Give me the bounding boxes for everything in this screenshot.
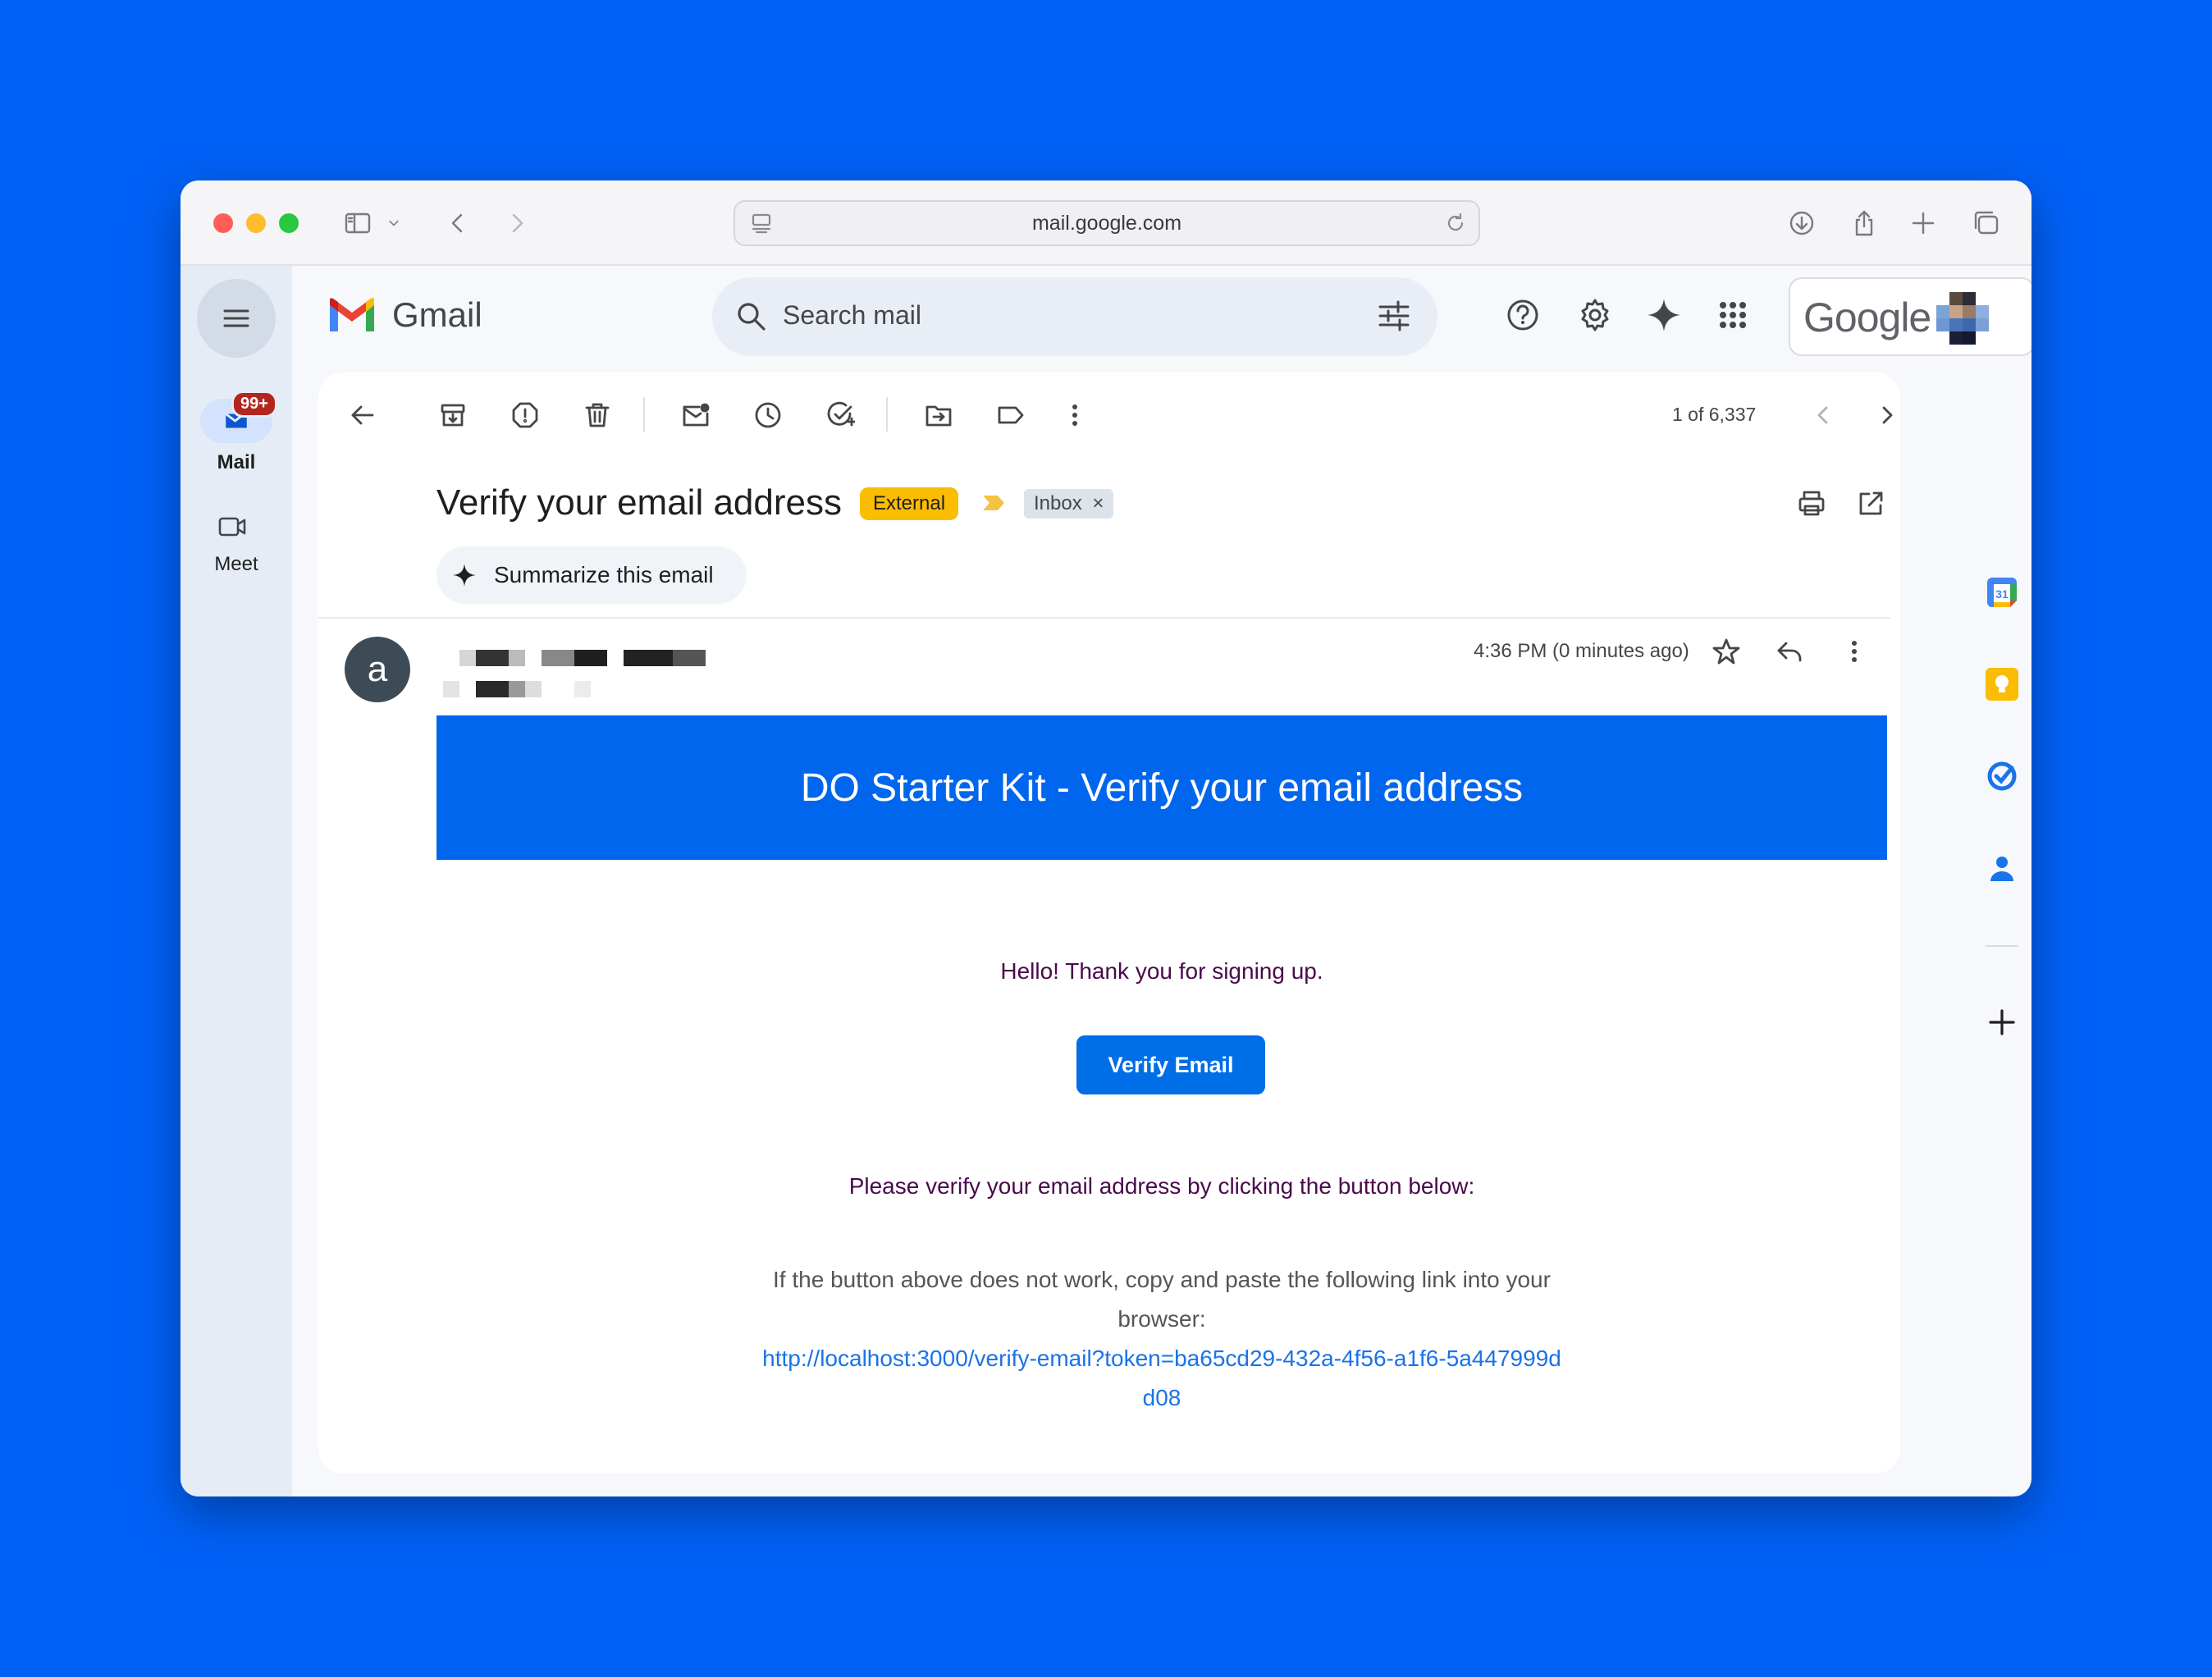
email-greeting: Hello! Thank you for signing up. bbox=[1000, 958, 1323, 984]
maximize-window-button[interactable] bbox=[279, 213, 299, 233]
gmail-logo[interactable]: Gmail bbox=[327, 295, 482, 335]
snooze-icon[interactable] bbox=[750, 397, 786, 433]
verify-email-button[interactable]: Verify Email bbox=[1076, 1035, 1265, 1094]
url-text: mail.google.com bbox=[1031, 211, 1182, 235]
address-bar[interactable]: mail.google.com bbox=[734, 200, 1480, 246]
sender-avatar[interactable]: a bbox=[345, 637, 410, 702]
header-divider bbox=[318, 617, 1890, 619]
downloads-icon[interactable] bbox=[1784, 205, 1820, 241]
more-vert-icon[interactable] bbox=[1057, 397, 1093, 433]
message-more-icon[interactable] bbox=[1836, 633, 1872, 669]
search-input[interactable]: Search mail bbox=[783, 300, 921, 331]
browser-back-icon[interactable] bbox=[440, 205, 476, 241]
tab-overview-icon[interactable] bbox=[1967, 205, 2004, 241]
gmail-nav-rail: 99+ Mail Meet bbox=[181, 266, 292, 1497]
reload-icon[interactable] bbox=[1441, 208, 1470, 244]
older-chevron-icon[interactable] bbox=[1869, 397, 1900, 433]
close-window-button[interactable] bbox=[213, 213, 233, 233]
browser-toolbar: mail.google.com bbox=[181, 180, 2031, 266]
gmail-m-icon bbox=[330, 298, 374, 331]
external-label-chip: External bbox=[860, 487, 959, 520]
calendar-icon[interactable]: 31 bbox=[1986, 576, 2018, 609]
message-pager: 1 of 6,337 bbox=[1672, 404, 1757, 425]
search-options-icon[interactable] bbox=[1375, 297, 1413, 339]
summarize-email-button[interactable]: Summarize this email bbox=[436, 546, 747, 604]
side-panel-divider bbox=[1986, 945, 2018, 947]
importance-marker-icon[interactable] bbox=[981, 494, 1006, 512]
chevron-down-icon[interactable] bbox=[384, 205, 404, 241]
email-banner: DO Starter Kit - Verify your email addre… bbox=[436, 715, 1887, 860]
unread-count-badge: 99+ bbox=[231, 391, 277, 418]
google-wordmark: Google bbox=[1803, 295, 1931, 340]
message-timestamp: 4:36 PM (0 minutes ago) bbox=[1474, 640, 1689, 662]
open-in-new-window-icon[interactable] bbox=[1853, 486, 1889, 522]
mark-unread-icon[interactable] bbox=[678, 397, 714, 433]
inbox-label-text: Inbox bbox=[1034, 492, 1082, 514]
search-bar[interactable]: Search mail bbox=[712, 277, 1437, 356]
reply-icon[interactable] bbox=[1772, 633, 1808, 669]
browser-forward-icon[interactable] bbox=[499, 205, 535, 241]
get-addons-plus-icon[interactable] bbox=[1986, 1006, 2018, 1039]
newer-chevron-icon[interactable] bbox=[1805, 397, 1841, 433]
meet-nav-button[interactable] bbox=[217, 510, 256, 543]
keep-icon[interactable] bbox=[1986, 668, 2018, 701]
archive-icon[interactable] bbox=[435, 397, 471, 433]
svg-text:31: 31 bbox=[1995, 587, 2009, 601]
mail-nav-label[interactable]: Mail bbox=[181, 451, 292, 474]
minimize-window-button[interactable] bbox=[246, 213, 266, 233]
email-subject: Verify your email address bbox=[436, 482, 842, 523]
search-icon[interactable] bbox=[734, 299, 770, 339]
help-icon[interactable] bbox=[1501, 294, 1544, 336]
verification-link[interactable]: http://localhost:3000/verify-email?token… bbox=[761, 1339, 1562, 1418]
add-to-tasks-icon[interactable] bbox=[822, 397, 858, 433]
remove-label-icon[interactable]: × bbox=[1092, 492, 1104, 514]
gmail-wordmark: Gmail bbox=[392, 295, 482, 334]
toolbar-divider bbox=[886, 397, 888, 432]
message-view: 1 of 6,337 Verify your email address Ext… bbox=[318, 372, 1900, 1474]
main-menu-button[interactable] bbox=[197, 279, 276, 358]
star-icon[interactable] bbox=[1708, 633, 1744, 669]
inbox-label-chip[interactable]: Inbox × bbox=[1024, 489, 1114, 519]
page-settings-icon[interactable] bbox=[747, 208, 776, 244]
account-switcher[interactable]: Google bbox=[1789, 277, 2031, 356]
print-icon[interactable] bbox=[1794, 486, 1830, 522]
sidebar-toggle-icon[interactable] bbox=[340, 205, 376, 241]
tasks-icon[interactable] bbox=[1986, 760, 2018, 793]
email-instruction: Please verify your email address by clic… bbox=[848, 1173, 1475, 1199]
report-spam-icon[interactable] bbox=[507, 397, 543, 433]
move-to-icon[interactable] bbox=[921, 397, 957, 433]
settings-gear-icon[interactable] bbox=[1574, 294, 1616, 336]
new-tab-icon[interactable] bbox=[1905, 205, 1941, 241]
back-arrow-icon[interactable] bbox=[345, 397, 381, 433]
menu-icon bbox=[223, 309, 249, 327]
gemini-sparkle-icon bbox=[453, 564, 476, 587]
meet-nav-label[interactable]: Meet bbox=[181, 553, 292, 576]
share-icon[interactable] bbox=[1846, 205, 1882, 241]
account-avatar[interactable] bbox=[1936, 292, 1989, 345]
delete-icon[interactable] bbox=[579, 397, 615, 433]
email-fallback-text: If the button above does not work, copy … bbox=[773, 1267, 1551, 1332]
contacts-icon[interactable] bbox=[1986, 852, 2018, 884]
gemini-sparkle-icon[interactable] bbox=[1643, 294, 1685, 336]
browser-window: mail.google.com 99+ Mail Meet Gmail Sear… bbox=[181, 180, 2031, 1497]
label-icon[interactable] bbox=[993, 397, 1029, 433]
video-camera-icon bbox=[218, 517, 246, 537]
google-apps-icon[interactable] bbox=[1712, 294, 1754, 336]
toolbar-divider bbox=[643, 397, 645, 432]
summarize-label: Summarize this email bbox=[494, 562, 714, 587]
